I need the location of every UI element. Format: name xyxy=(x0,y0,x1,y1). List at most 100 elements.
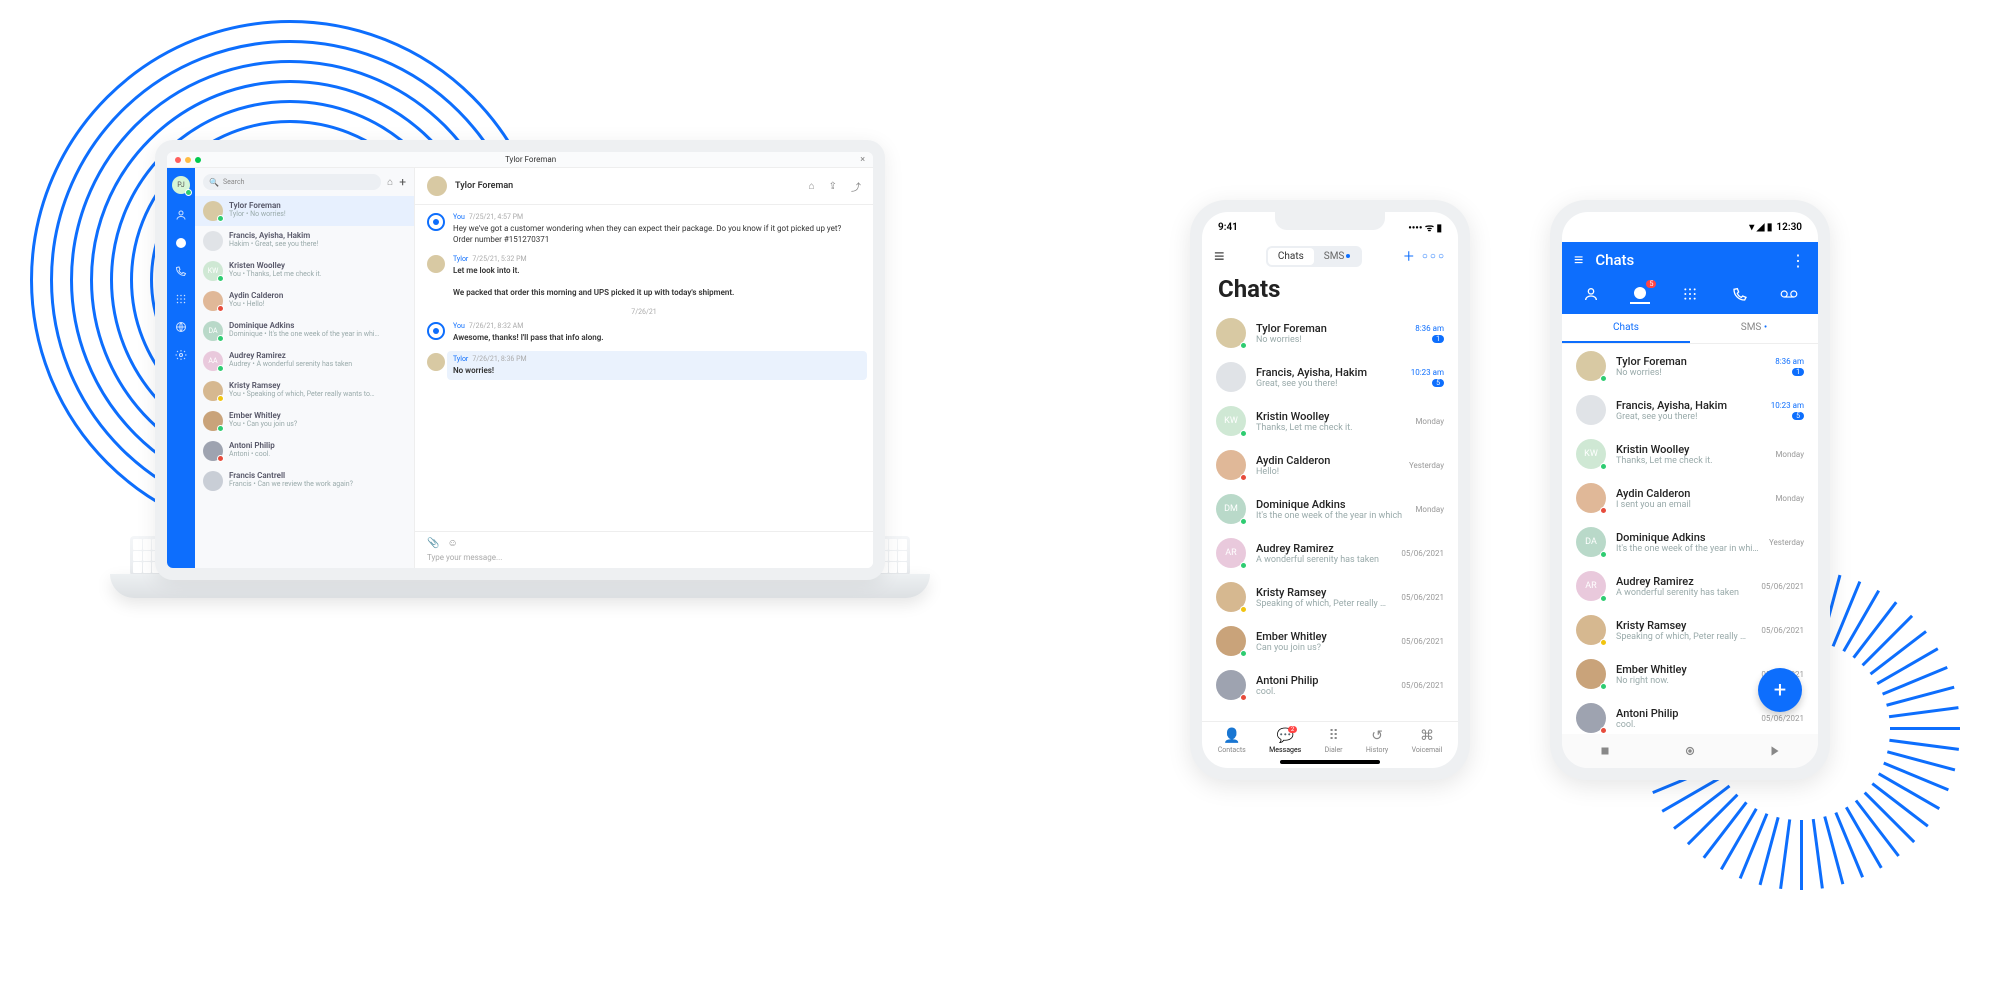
tab-sms[interactable]: SMS xyxy=(1314,248,1361,265)
chat-item[interactable]: Kristy RamseySpeaking of which, Peter re… xyxy=(1202,575,1458,619)
avatar xyxy=(203,381,223,401)
message-body: Hey we've got a customer wondering when … xyxy=(453,223,861,245)
nav-back-icon[interactable] xyxy=(1598,744,1612,758)
call-history-icon[interactable] xyxy=(174,264,188,278)
tabbar-messages[interactable]: 💬Messages2 xyxy=(1269,728,1301,754)
conversation-item[interactable]: AAAudrey RamirezAudrey • A wonderful ser… xyxy=(195,346,414,376)
conversation-preview: You • Can you join us? xyxy=(229,420,297,428)
conversation-item[interactable]: DADominique AdkinsDominique • It's the o… xyxy=(195,316,414,346)
thread-action-icon[interactable]: ⌂ xyxy=(809,181,815,192)
traffic-light-max[interactable] xyxy=(195,157,201,163)
nav-home-icon[interactable] xyxy=(1683,744,1697,758)
chat-item[interactable]: ARAudrey RamirezA wonderful serenity has… xyxy=(1562,564,1818,608)
user-avatar[interactable]: PJ xyxy=(172,176,190,194)
fab-compose[interactable]: + xyxy=(1758,668,1802,712)
conversation-name: Antoni Philip xyxy=(229,441,275,450)
tab-close-icon[interactable]: × xyxy=(860,155,865,165)
tabbar-history[interactable]: ↺History xyxy=(1366,728,1388,754)
filter-icon[interactable]: ⌂ xyxy=(387,177,393,188)
conversation-name: Tylor Foreman xyxy=(229,201,286,210)
conversation-item[interactable]: Kristy RamseyYou • Speaking of which, Pe… xyxy=(195,376,414,406)
chat-item[interactable]: Ember WhitleyCan you join us?05/06/2021 xyxy=(1202,619,1458,663)
settings-icon[interactable] xyxy=(174,348,188,362)
chat-item[interactable]: ARAudrey RamirezA wonderful serenity has… xyxy=(1202,531,1458,575)
chat-item[interactable]: Aydin CalderonHello!Yesterday xyxy=(1202,443,1458,487)
unread-badge: 5 xyxy=(1792,412,1804,420)
message-avatar xyxy=(427,322,445,340)
chat-preview: No worries! xyxy=(1616,368,1765,378)
laptop-device: Tylor Foreman × PJ 🔍Search ⌂ + Tylor For… xyxy=(110,140,930,670)
chat-name: Kristin Woolley xyxy=(1256,410,1405,423)
avatar xyxy=(1576,615,1606,645)
more-button[interactable]: ○○○ xyxy=(1422,251,1446,262)
tabbar-label: Voicemail xyxy=(1412,746,1443,754)
messages-icon[interactable] xyxy=(174,236,188,250)
avatar: DA xyxy=(1576,527,1606,557)
dialpad-icon[interactable] xyxy=(1680,284,1700,304)
conversation-item[interactable]: Tylor ForemanTylor • No worries! xyxy=(195,196,414,226)
conversation-name: Kristen Woolley xyxy=(229,261,322,270)
thread-export-icon[interactable]: ⤴ xyxy=(851,179,861,194)
chat-item[interactable]: Francis, Ayisha, HakimGreat, see you the… xyxy=(1202,355,1458,399)
overflow-icon[interactable]: ⋮ xyxy=(1790,251,1806,270)
chat-item[interactable]: Kristy RamseySpeaking of which, Peter re… xyxy=(1562,608,1818,652)
menu-icon[interactable]: ≡ xyxy=(1574,250,1583,270)
chat-item[interactable]: Antoni Philipcool.05/06/2021 xyxy=(1202,663,1458,707)
nav-recent-icon[interactable] xyxy=(1768,744,1782,758)
tabbar-contacts[interactable]: 👤Contacts xyxy=(1218,728,1246,754)
contacts-icon[interactable] xyxy=(1581,284,1601,304)
chat-preview: No right now. xyxy=(1616,676,1751,686)
chat-preview: Speaking of which, Peter really wants to… xyxy=(1616,632,1751,642)
chat-item[interactable]: Francis, Ayisha, HakimGreat, see you the… xyxy=(1562,388,1818,432)
compose-input[interactable]: Type your message... xyxy=(427,553,861,562)
conversation-item[interactable]: Aydin CalderonYou • Hello! xyxy=(195,286,414,316)
conversation-item[interactable]: Ember WhitleyYou • Can you join us? xyxy=(195,406,414,436)
page-title: Chats xyxy=(1595,251,1634,269)
unread-badge: 1 xyxy=(1432,335,1444,343)
chat-item[interactable]: KWKristin WoolleyThanks, Let me check it… xyxy=(1562,432,1818,476)
message-body: We packed that order this morning and UP… xyxy=(453,287,861,298)
history-icon[interactable] xyxy=(1730,284,1750,304)
avatar: DA xyxy=(203,321,223,341)
traffic-light-close[interactable] xyxy=(175,157,181,163)
conversation-item[interactable]: Francis, Ayisha, HakimHakim • Great, see… xyxy=(195,226,414,256)
chat-item[interactable]: Aydin CalderonI sent you an emailMonday xyxy=(1562,476,1818,520)
chat-item[interactable]: Tylor ForemanNo worries!8:36 am1 xyxy=(1562,344,1818,388)
attach-icon[interactable]: 📎 xyxy=(427,538,439,549)
chat-item[interactable]: DMDominique AdkinsIt's the one week of t… xyxy=(1202,487,1458,531)
chat-item[interactable]: KWKristin WoolleyThanks, Let me check it… xyxy=(1202,399,1458,443)
avatar: AA xyxy=(203,351,223,371)
tabbar-dialer[interactable]: ⠿Dialer xyxy=(1325,728,1343,754)
thread-share-icon[interactable]: ⇪ xyxy=(829,181,837,192)
subtab-sms[interactable]: SMS • xyxy=(1690,314,1818,343)
messages-icon[interactable]: 5 xyxy=(1630,284,1650,304)
chat-preview: Great, see you there! xyxy=(1256,379,1401,389)
message-avatar xyxy=(427,213,445,231)
contacts-icon[interactable] xyxy=(174,208,188,222)
avatar xyxy=(1216,626,1246,656)
avatar xyxy=(1576,395,1606,425)
chat-time: Monday xyxy=(1775,494,1804,503)
search-input[interactable]: 🔍Search xyxy=(203,174,381,190)
conversation-item[interactable]: Francis CantrellFrancis • Can we review … xyxy=(195,466,414,496)
globe-icon[interactable] xyxy=(174,320,188,334)
compose-button[interactable]: + xyxy=(1404,246,1414,267)
avatar: DM xyxy=(1216,494,1246,524)
tabbar-badge: 2 xyxy=(1288,726,1297,733)
chat-name: Kristy Ramsey xyxy=(1616,619,1751,632)
voicemail-icon[interactable] xyxy=(1779,284,1799,304)
chat-item[interactable]: DADominique AdkinsIt's the one week of t… xyxy=(1562,520,1818,564)
subtab-chats[interactable]: Chats xyxy=(1562,314,1690,343)
conversation-item[interactable]: KWKristen WoolleyYou • Thanks, Let me ch… xyxy=(195,256,414,286)
tab-chats[interactable]: Chats xyxy=(1268,248,1314,265)
menu-icon[interactable]: ≡ xyxy=(1214,246,1225,267)
new-chat-button[interactable]: + xyxy=(399,175,406,189)
unread-badge: 1 xyxy=(1792,368,1804,376)
chat-item[interactable]: Tylor ForemanNo worries!8:36 am1 xyxy=(1202,311,1458,355)
conversation-item[interactable]: Antoni PhilipAntoni • cool. xyxy=(195,436,414,466)
dialpad-icon[interactable] xyxy=(174,292,188,306)
chat-name: Kristy Ramsey xyxy=(1256,586,1391,599)
emoji-icon[interactable]: ☺ xyxy=(447,538,457,549)
tabbar-voicemail[interactable]: ⌘Voicemail xyxy=(1412,728,1443,754)
traffic-light-min[interactable] xyxy=(185,157,191,163)
